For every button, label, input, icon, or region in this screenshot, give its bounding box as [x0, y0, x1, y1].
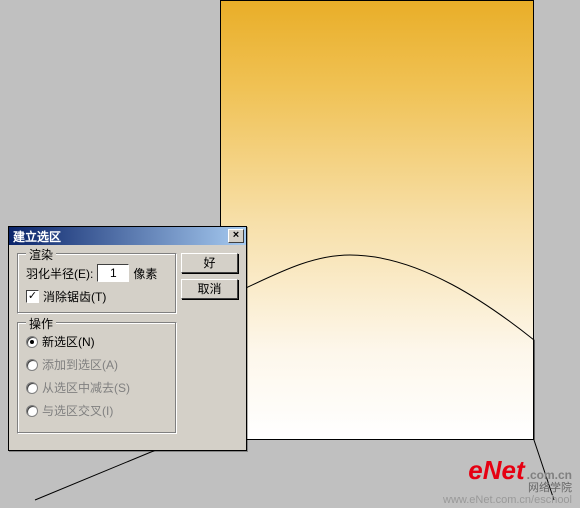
watermark: eNet.com.cn 网络学院 www.eNet.com.cn/eschool: [443, 457, 572, 506]
feather-unit: 像素: [133, 265, 157, 282]
ok-button[interactable]: 好: [181, 253, 238, 273]
radio-label: 与选区交叉(I): [42, 402, 113, 419]
radio-label: 从选区中减去(S): [42, 379, 130, 396]
radio-label: 添加到选区(A): [42, 356, 118, 373]
radio-dot: [26, 382, 38, 394]
logo-suffix: .com.cn: [527, 468, 572, 482]
dialog-title: 建立选区: [13, 228, 61, 245]
radio-add-selection: 添加到选区(A): [26, 356, 168, 373]
radio-dot[interactable]: [26, 336, 38, 348]
cancel-button[interactable]: 取消: [181, 279, 238, 299]
feather-label: 羽化半径(E):: [26, 265, 93, 282]
radio-dot: [26, 359, 38, 371]
radio-intersect-selection: 与选区交叉(I): [26, 402, 168, 419]
radio-dot: [26, 405, 38, 417]
render-fieldset: 渲染 羽化半径(E): 像素 ✓ 消除锯齿(T): [17, 253, 177, 314]
radio-label: 新选区(N): [42, 333, 95, 350]
radio-new-selection[interactable]: 新选区(N): [26, 333, 168, 350]
feather-radius-input[interactable]: [97, 264, 129, 282]
make-selection-dialog: 建立选区 × 好 取消 渲染 羽化半径(E): 像素 ✓ 消除锯齿(T) 操作: [8, 226, 247, 451]
logo-main: eNet: [468, 455, 524, 485]
watermark-logo: eNet.com.cn 网络学院: [443, 457, 572, 494]
antialias-checkbox[interactable]: ✓: [26, 290, 39, 303]
render-legend: 渲染: [26, 246, 56, 263]
antialias-label: 消除锯齿(T): [43, 288, 106, 305]
radio-subtract-selection: 从选区中减去(S): [26, 379, 168, 396]
gradient-artwork: [220, 0, 534, 440]
close-button[interactable]: ×: [228, 229, 244, 243]
dialog-titlebar[interactable]: 建立选区 ×: [9, 227, 246, 245]
operation-fieldset: 操作 新选区(N) 添加到选区(A) 从选区中减去(S) 与选区交叉(I): [17, 322, 177, 434]
watermark-url: www.eNet.com.cn/eschool: [443, 494, 572, 506]
operation-legend: 操作: [26, 315, 56, 332]
